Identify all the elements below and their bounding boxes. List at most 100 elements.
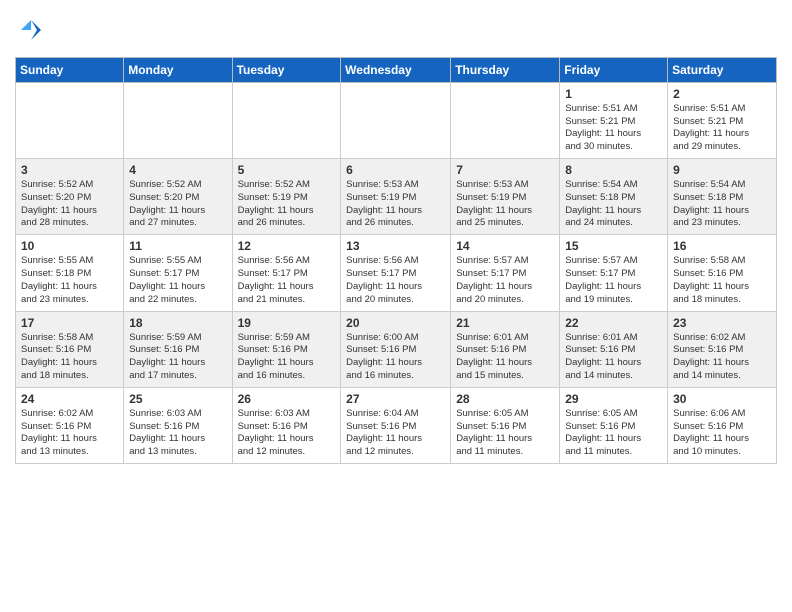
day-number: 20 <box>346 316 445 330</box>
calendar-cell <box>232 82 341 158</box>
calendar-cell <box>451 82 560 158</box>
calendar-cell: 11 Sunrise: 5:55 AM Sunset: 5:17 PM Dayli… <box>124 235 232 311</box>
day-info: Sunrise: 5:59 AM Sunset: 5:16 PM Dayligh… <box>129 332 226 383</box>
calendar-cell: 18 Sunrise: 5:59 AM Sunset: 5:16 PM Dayli… <box>124 311 232 387</box>
calendar-cell <box>341 82 451 158</box>
weekday-header-tuesday: Tuesday <box>232 57 341 82</box>
weekday-header-wednesday: Wednesday <box>341 57 451 82</box>
calendar-cell: 1 Sunrise: 5:51 AM Sunset: 5:21 PM Daylig… <box>560 82 668 158</box>
calendar-cell: 27 Sunrise: 6:04 AM Sunset: 5:16 PM Dayli… <box>341 387 451 463</box>
calendar-week-row: 10 Sunrise: 5:55 AM Sunset: 5:18 PM Dayli… <box>16 235 777 311</box>
day-info: Sunrise: 5:59 AM Sunset: 5:16 PM Dayligh… <box>238 332 336 383</box>
calendar-table: SundayMondayTuesdayWednesdayThursdayFrid… <box>15 57 777 464</box>
day-info: Sunrise: 5:58 AM Sunset: 5:16 PM Dayligh… <box>21 332 118 383</box>
day-info: Sunrise: 6:04 AM Sunset: 5:16 PM Dayligh… <box>346 408 445 459</box>
weekday-header-friday: Friday <box>560 57 668 82</box>
day-info: Sunrise: 5:52 AM Sunset: 5:19 PM Dayligh… <box>238 179 336 230</box>
day-number: 23 <box>673 316 771 330</box>
calendar-week-row: 24Sunrise: 6:02 AM Sunset: 5:16 PM Dayli… <box>16 387 777 463</box>
calendar-cell: 17 Sunrise: 5:58 AM Sunset: 5:16 PM Dayli… <box>16 311 124 387</box>
day-info: Sunrise: 6:02 AM Sunset: 5:16 PM Dayligh… <box>673 332 771 383</box>
calendar-cell: 20 Sunrise: 6:00 AM Sunset: 5:16 PM Dayli… <box>341 311 451 387</box>
day-info: Sunrise: 6:05 AM Sunset: 5:16 PM Dayligh… <box>456 408 554 459</box>
calendar-cell: 10 Sunrise: 5:55 AM Sunset: 5:18 PM Dayli… <box>16 235 124 311</box>
day-number: 13 <box>346 239 445 253</box>
day-number: 17 <box>21 316 118 330</box>
day-number: 24 <box>21 392 118 406</box>
calendar-cell: 12Sunrise: 5:56 AM Sunset: 5:17 PM Dayli… <box>232 235 341 311</box>
calendar-cell: 29 Sunrise: 6:05 AM Sunset: 5:16 PM Dayli… <box>560 387 668 463</box>
day-number: 16 <box>673 239 771 253</box>
day-number: 29 <box>565 392 662 406</box>
day-info: Sunrise: 5:55 AM Sunset: 5:18 PM Dayligh… <box>21 255 118 306</box>
logo <box>15 16 45 49</box>
weekday-header-thursday: Thursday <box>451 57 560 82</box>
calendar-cell: 9 Sunrise: 5:54 AM Sunset: 5:18 PM Daylig… <box>668 159 777 235</box>
calendar-cell: 13 Sunrise: 5:56 AM Sunset: 5:17 PM Dayli… <box>341 235 451 311</box>
day-info: Sunrise: 5:57 AM Sunset: 5:17 PM Dayligh… <box>565 255 662 306</box>
day-number: 28 <box>456 392 554 406</box>
day-info: Sunrise: 5:51 AM Sunset: 5:21 PM Dayligh… <box>673 103 771 154</box>
calendar-cell: 22Sunrise: 6:01 AM Sunset: 5:16 PM Dayli… <box>560 311 668 387</box>
calendar-cell: 4 Sunrise: 5:52 AM Sunset: 5:20 PM Daylig… <box>124 159 232 235</box>
day-number: 8 <box>565 163 662 177</box>
calendar-week-row: 17 Sunrise: 5:58 AM Sunset: 5:16 PM Dayli… <box>16 311 777 387</box>
day-number: 15 <box>565 239 662 253</box>
day-info: Sunrise: 5:52 AM Sunset: 5:20 PM Dayligh… <box>129 179 226 230</box>
day-info: Sunrise: 5:54 AM Sunset: 5:18 PM Dayligh… <box>565 179 662 230</box>
day-number: 11 <box>129 239 226 253</box>
calendar-cell: 24Sunrise: 6:02 AM Sunset: 5:16 PM Dayli… <box>16 387 124 463</box>
calendar-cell: 5Sunrise: 5:52 AM Sunset: 5:19 PM Daylig… <box>232 159 341 235</box>
day-info: Sunrise: 5:52 AM Sunset: 5:20 PM Dayligh… <box>21 179 118 230</box>
day-number: 18 <box>129 316 226 330</box>
day-number: 26 <box>238 392 336 406</box>
calendar-cell: 30 Sunrise: 6:06 AM Sunset: 5:16 PM Dayli… <box>668 387 777 463</box>
weekday-header-monday: Monday <box>124 57 232 82</box>
logo-icon <box>17 16 45 44</box>
day-info: Sunrise: 6:05 AM Sunset: 5:16 PM Dayligh… <box>565 408 662 459</box>
day-info: Sunrise: 6:03 AM Sunset: 5:16 PM Dayligh… <box>238 408 336 459</box>
day-info: Sunrise: 6:06 AM Sunset: 5:16 PM Dayligh… <box>673 408 771 459</box>
day-info: Sunrise: 5:51 AM Sunset: 5:21 PM Dayligh… <box>565 103 662 154</box>
calendar-cell <box>16 82 124 158</box>
weekday-header-sunday: Sunday <box>16 57 124 82</box>
calendar-week-row: 1 Sunrise: 5:51 AM Sunset: 5:21 PM Daylig… <box>16 82 777 158</box>
calendar-cell: 19 Sunrise: 5:59 AM Sunset: 5:16 PM Dayli… <box>232 311 341 387</box>
day-number: 9 <box>673 163 771 177</box>
calendar-cell: 3 Sunrise: 5:52 AM Sunset: 5:20 PM Daylig… <box>16 159 124 235</box>
calendar-cell: 15 Sunrise: 5:57 AM Sunset: 5:17 PM Dayli… <box>560 235 668 311</box>
calendar-cell <box>124 82 232 158</box>
page-header <box>15 10 777 49</box>
weekday-header-saturday: Saturday <box>668 57 777 82</box>
calendar-cell: 6Sunrise: 5:53 AM Sunset: 5:19 PM Daylig… <box>341 159 451 235</box>
calendar-cell: 14Sunrise: 5:57 AM Sunset: 5:17 PM Dayli… <box>451 235 560 311</box>
day-info: Sunrise: 6:03 AM Sunset: 5:16 PM Dayligh… <box>129 408 226 459</box>
calendar-cell: 21 Sunrise: 6:01 AM Sunset: 5:16 PM Dayli… <box>451 311 560 387</box>
calendar-week-row: 3 Sunrise: 5:52 AM Sunset: 5:20 PM Daylig… <box>16 159 777 235</box>
day-number: 30 <box>673 392 771 406</box>
calendar-cell: 7Sunrise: 5:53 AM Sunset: 5:19 PM Daylig… <box>451 159 560 235</box>
day-info: Sunrise: 5:54 AM Sunset: 5:18 PM Dayligh… <box>673 179 771 230</box>
day-number: 4 <box>129 163 226 177</box>
day-info: Sunrise: 5:53 AM Sunset: 5:19 PM Dayligh… <box>456 179 554 230</box>
calendar-cell: 26 Sunrise: 6:03 AM Sunset: 5:16 PM Dayli… <box>232 387 341 463</box>
calendar-cell: 8 Sunrise: 5:54 AM Sunset: 5:18 PM Daylig… <box>560 159 668 235</box>
day-number: 25 <box>129 392 226 406</box>
day-number: 1 <box>565 87 662 101</box>
day-number: 21 <box>456 316 554 330</box>
day-number: 27 <box>346 392 445 406</box>
day-info: Sunrise: 6:01 AM Sunset: 5:16 PM Dayligh… <box>456 332 554 383</box>
day-info: Sunrise: 5:58 AM Sunset: 5:16 PM Dayligh… <box>673 255 771 306</box>
day-number: 6 <box>346 163 445 177</box>
day-number: 10 <box>21 239 118 253</box>
day-info: Sunrise: 5:56 AM Sunset: 5:17 PM Dayligh… <box>346 255 445 306</box>
calendar-cell: 25 Sunrise: 6:03 AM Sunset: 5:16 PM Dayli… <box>124 387 232 463</box>
day-info: Sunrise: 5:56 AM Sunset: 5:17 PM Dayligh… <box>238 255 336 306</box>
day-number: 3 <box>21 163 118 177</box>
day-info: Sunrise: 5:55 AM Sunset: 5:17 PM Dayligh… <box>129 255 226 306</box>
day-number: 19 <box>238 316 336 330</box>
calendar-cell: 28 Sunrise: 6:05 AM Sunset: 5:16 PM Dayli… <box>451 387 560 463</box>
day-info: Sunrise: 6:00 AM Sunset: 5:16 PM Dayligh… <box>346 332 445 383</box>
calendar-cell: 2Sunrise: 5:51 AM Sunset: 5:21 PM Daylig… <box>668 82 777 158</box>
calendar-cell: 23 Sunrise: 6:02 AM Sunset: 5:16 PM Dayli… <box>668 311 777 387</box>
